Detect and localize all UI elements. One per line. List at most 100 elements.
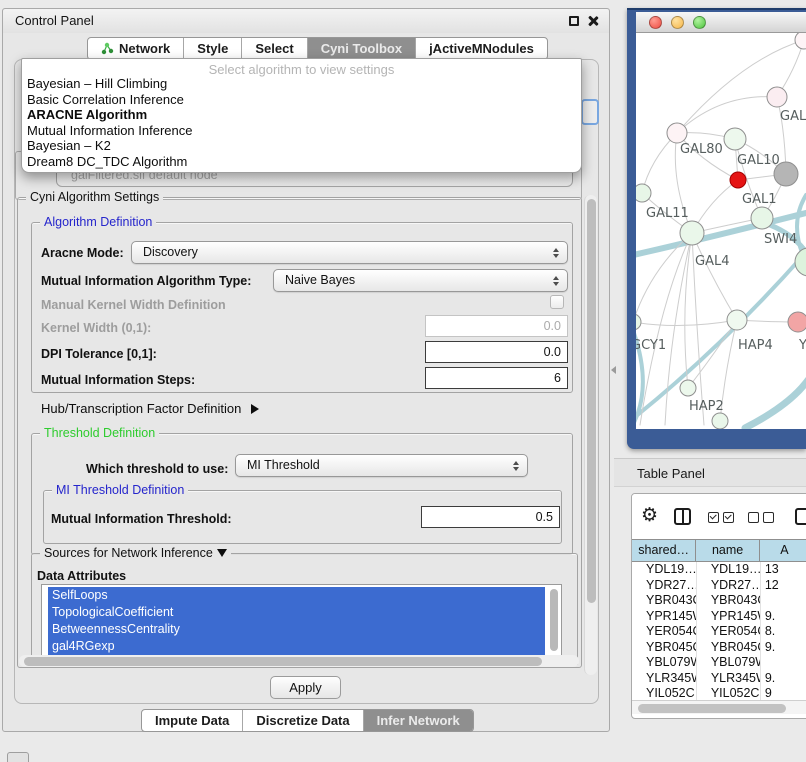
data-attributes-list[interactable]: SelfLoopsTopologicalCoefficientBetweenne… xyxy=(41,584,562,661)
which-threshold-combo[interactable]: MI Threshold xyxy=(235,454,528,477)
node-GAL10[interactable] xyxy=(724,128,746,150)
attribute-item-selfloops[interactable]: SelfLoops xyxy=(48,587,545,604)
inference-algorithm-combo-fragment[interactable] xyxy=(581,99,599,125)
control-panel-titlebar[interactable]: Control Panel xyxy=(3,9,609,33)
table-header-row: shared…nameA xyxy=(632,539,806,562)
minimize-window-icon[interactable] xyxy=(671,16,684,29)
tab-discretize-data[interactable]: Discretize Data xyxy=(243,710,363,731)
which-threshold-label: Which threshold to use: xyxy=(86,462,228,476)
scrollbar-thumb[interactable] xyxy=(550,589,558,651)
table-cell: YBR043C xyxy=(697,593,761,609)
table-cell: YPR145W xyxy=(697,609,761,625)
node-SWI4[interactable] xyxy=(751,207,773,229)
tab-label: Style xyxy=(197,38,228,59)
table-row[interactable]: YDL19…YDL19…13 xyxy=(632,562,806,578)
algorithm-option-aracne-algorithm[interactable]: ARACNE Algorithm xyxy=(22,107,581,123)
node-label-y: Y xyxy=(798,338,806,353)
kernel-width-input[interactable]: 0.0 xyxy=(425,315,568,337)
table-row[interactable]: YDR27…YDR27…12 xyxy=(632,578,806,594)
mi-algorithm-type-combo[interactable]: Naive Bayes xyxy=(273,269,568,292)
float-window-icon[interactable] xyxy=(569,16,579,26)
scrollbar-thumb[interactable] xyxy=(24,657,542,666)
apply-button[interactable]: Apply xyxy=(270,676,341,699)
mi-steps-input[interactable]: 6 xyxy=(425,367,568,389)
attribute-item-topologicalcoefficient[interactable]: TopologicalCoefficient xyxy=(48,604,545,621)
tab-jactivemnodules[interactable]: jActiveMNodules xyxy=(416,38,547,59)
network-view-window[interactable]: GALGAL80GAL10GAL1GAL11SWI4GAL4GCY1HAP4YH… xyxy=(627,8,806,449)
table-cell: YDR27… xyxy=(697,578,761,594)
node-pink[interactable] xyxy=(788,312,806,332)
table-row[interactable]: YBR045CYBR045C9. xyxy=(632,640,806,656)
attribute-item-gal4rgexp[interactable]: gal4RGexp xyxy=(48,638,545,655)
settings-horizontal-scrollbar[interactable] xyxy=(19,655,579,667)
table-row[interactable]: YLR345WYLR345W9. xyxy=(632,671,806,687)
close-panel-icon[interactable] xyxy=(587,15,599,27)
algorithm-option-dream8-dc-tdc-algorithm[interactable]: Dream8 DC_TDC Algorithm xyxy=(22,154,581,170)
scrollbar-thumb[interactable] xyxy=(638,704,786,713)
select-all-checkboxes-icon[interactable] xyxy=(708,512,734,523)
node-label-gcy1: GCY1 xyxy=(636,338,666,353)
node-HAP2[interactable] xyxy=(680,380,696,396)
sources-legend[interactable]: Sources for Network Inference xyxy=(40,546,231,560)
scrollbar-thumb[interactable] xyxy=(587,199,596,603)
tab-impute-data[interactable]: Impute Data xyxy=(142,710,243,731)
algorithm-dropdown-items: Bayesian – Hill ClimbingBasic Correlatio… xyxy=(22,76,581,169)
table-row[interactable]: YIL052CYIL052C9 xyxy=(632,686,806,700)
tab-cyni-toolbox[interactable]: Cyni Toolbox xyxy=(308,38,416,59)
zoom-window-icon[interactable] xyxy=(693,16,706,29)
node-GAL4[interactable] xyxy=(680,221,704,245)
node-GCY1[interactable] xyxy=(636,314,641,330)
kernel-width-label: Kernel Width (0,1): xyxy=(41,321,151,335)
mi-threshold-input[interactable]: 0.5 xyxy=(421,506,560,528)
table-row[interactable]: YBL079WYBL079W xyxy=(632,655,806,671)
expanded-arrow-icon xyxy=(217,549,227,557)
cyni-algorithm-settings-legend: Cyni Algorithm Settings xyxy=(26,190,163,204)
table-panel-titlebar[interactable]: Table Panel xyxy=(614,458,806,487)
deselect-all-checkboxes-icon[interactable] xyxy=(748,512,774,523)
tab-style[interactable]: Style xyxy=(184,38,242,59)
manual-kernel-width-checkbox[interactable] xyxy=(550,295,564,309)
node-GAL11[interactable] xyxy=(636,184,651,202)
column-header-name[interactable]: name xyxy=(696,540,760,561)
algorithm-option-basic-correlation-inference[interactable]: Basic Correlation Inference xyxy=(22,92,581,108)
attributes-list-scrollbar[interactable] xyxy=(549,588,559,658)
node-GAL1[interactable] xyxy=(730,172,746,188)
gear-icon[interactable]: ⚙ xyxy=(641,502,658,528)
network-canvas[interactable]: GALGAL80GAL10GAL1GAL11SWI4GAL4GCY1HAP4YH… xyxy=(636,33,806,429)
node-bottom-partial[interactable] xyxy=(712,413,728,429)
settings-vertical-scrollbar[interactable] xyxy=(584,195,597,675)
algorithm-option-bayesian-hill-climbing[interactable]: Bayesian – Hill Climbing xyxy=(22,76,581,92)
dpi-tolerance-input[interactable]: 0.0 xyxy=(425,341,568,363)
network-graph-icon xyxy=(101,42,114,55)
table-row[interactable]: YBR043CYBR043C xyxy=(632,593,806,609)
mi-threshold-label: Mutual Information Threshold: xyxy=(51,512,232,526)
tab-select[interactable]: Select xyxy=(242,38,307,59)
panel-splitter-handle[interactable] xyxy=(610,364,618,382)
table-mode-icon[interactable] xyxy=(795,508,806,525)
table-row[interactable]: YPR145WYPR145W9. xyxy=(632,609,806,625)
hub-definition-toggle[interactable]: Hub/Transcription Factor Definition xyxy=(41,401,259,416)
collapsed-arrow-icon xyxy=(251,404,259,414)
columns-icon[interactable] xyxy=(674,508,691,525)
tab-network[interactable]: Network xyxy=(88,38,184,59)
algorithm-option-bayesian-k2[interactable]: Bayesian – K2 xyxy=(22,138,581,154)
node-gal-pink[interactable] xyxy=(767,87,787,107)
algorithm-option-mutual-information-inference[interactable]: Mutual Information Inference xyxy=(22,123,581,139)
table-row[interactable]: YER054CYER054C8. xyxy=(632,624,806,640)
attribute-item-betweennesscentrality[interactable]: BetweennessCentrality xyxy=(48,621,545,638)
tab-infer-network[interactable]: Infer Network xyxy=(364,710,473,731)
table-toolbar: ⚙ xyxy=(632,494,806,539)
node-HAP4[interactable] xyxy=(727,310,747,330)
node-partial-top[interactable] xyxy=(795,33,806,49)
table-cell: YBL079W xyxy=(697,655,761,671)
node-right-big[interactable] xyxy=(795,248,806,276)
aracne-mode-combo[interactable]: Discovery xyxy=(131,241,568,264)
table-cell: YDR27… xyxy=(632,578,697,594)
collapsed-panel-button[interactable] xyxy=(7,752,29,762)
node-GAL80[interactable] xyxy=(667,123,687,143)
network-window-titlebar[interactable] xyxy=(636,12,806,33)
table-horizontal-scrollbar[interactable] xyxy=(632,700,806,714)
column-header-a[interactable]: A xyxy=(760,540,806,561)
column-header-shared[interactable]: shared… xyxy=(632,540,696,561)
close-window-icon[interactable] xyxy=(649,16,662,29)
